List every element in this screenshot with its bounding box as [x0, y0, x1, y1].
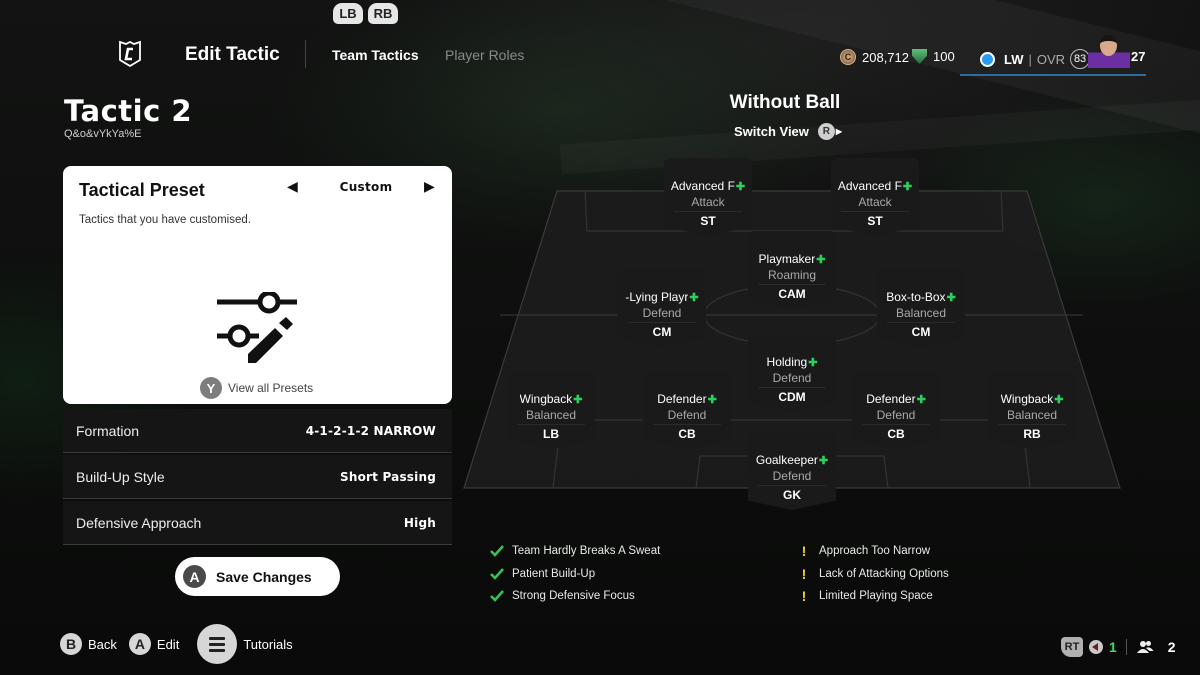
player-role: Wingback ✚ [990, 392, 1074, 406]
player-role: Advanced F ✚ [666, 179, 750, 193]
player-position-label: CB [887, 427, 905, 441]
player-role: Wingback ✚ [509, 392, 593, 406]
role-focus: Balanced [525, 408, 577, 422]
role-name: Box-to-Box [886, 290, 946, 304]
card-divider [758, 284, 826, 285]
check-icon [490, 590, 504, 603]
tactic-weaknesses-list: ! Approach Too Narrow ! Lack of Attackin… [797, 540, 949, 608]
role-focus: Defend [876, 408, 916, 422]
card-divider [517, 424, 585, 425]
role-plus-icon: ✚ [916, 393, 926, 406]
player-card-cb[interactable]: Defender ✚ Defend CB [852, 371, 940, 449]
card-divider [841, 211, 909, 212]
player-card-cm[interactable]: Box-to-Box ✚ Balanced CM [877, 269, 965, 347]
role-focus: Attack [691, 195, 725, 209]
strength-item: Strong Defensive Focus [490, 585, 660, 608]
role-focus: Attack [858, 195, 892, 209]
player-position-label: RB [1023, 427, 1041, 441]
strength-text: Team Hardly Breaks A Sweat [512, 545, 661, 558]
weakness-text: Lack of Attacking Options [819, 567, 949, 580]
strength-item: Team Hardly Breaks A Sweat [490, 540, 660, 563]
role-name: Advanced F [670, 179, 735, 193]
weakness-item: ! Limited Playing Space [797, 585, 949, 608]
role-plus-icon: ✚ [946, 291, 956, 304]
player-role: Box-to-Box ✚ [879, 290, 963, 304]
weakness-item: ! Approach Too Narrow [797, 540, 949, 563]
role-name: Wingback [519, 392, 573, 406]
player-role: -Lying Playr ✚ [620, 290, 704, 304]
role-name: Defender [866, 392, 916, 406]
player-position-label: CM [911, 325, 931, 339]
role-focus: Defend [667, 408, 707, 422]
player-card-st[interactable]: Advanced F ✚ Attack ST [831, 158, 919, 236]
role-name: Holding [766, 355, 808, 369]
role-plus-icon: ✚ [735, 180, 746, 193]
role-plus-icon: ✚ [573, 393, 583, 406]
role-focus: Defend [642, 306, 682, 320]
role-name: Defender [657, 392, 707, 406]
role-focus: Defend [772, 469, 812, 483]
warning-icon: ! [801, 588, 807, 605]
player-role: Defender ✚ [645, 392, 729, 406]
warning-icon: ! [801, 565, 807, 582]
weakness-text: Approach Too Narrow [819, 545, 931, 558]
player-position-label: ST [867, 214, 883, 228]
player-card-st[interactable]: Advanced F ✚ Attack ST [664, 158, 752, 236]
role-plus-icon: ✚ [818, 454, 829, 467]
card-divider [758, 485, 826, 486]
role-name: Playmaker [758, 252, 816, 266]
player-position-label: CM [652, 325, 672, 339]
player-role: Playmaker ✚ [750, 252, 834, 266]
player-position-label: GK [783, 488, 801, 502]
warning-icon: ! [801, 543, 807, 560]
weakness-item: ! Lack of Attacking Options [797, 563, 949, 586]
strength-item: Patient Build-Up [490, 563, 660, 586]
weakness-text: Limited Playing Space [819, 590, 933, 603]
player-card-rb[interactable]: Wingback ✚ Balanced RB [988, 371, 1076, 449]
player-card-cdm[interactable]: Holding ✚ Defend CDM [748, 334, 836, 412]
card-divider [862, 424, 930, 425]
role-plus-icon: ✚ [808, 356, 818, 369]
role-focus: Roaming [767, 268, 817, 282]
role-focus: Balanced [1006, 408, 1058, 422]
player-position-label: ST [700, 214, 716, 228]
player-position-label: CB [678, 427, 696, 441]
role-plus-icon: ✚ [707, 393, 717, 406]
player-card-lb[interactable]: Wingback ✚ Balanced LB [507, 371, 595, 449]
player-role: Advanced F ✚ [833, 179, 917, 193]
player-card-gk[interactable]: Goalkeeper ✚ Defend GK [748, 432, 836, 510]
tactic-strengths-list: Team Hardly Breaks A Sweat Patient Build… [490, 540, 660, 608]
player-position-label: CDM [778, 390, 806, 404]
role-focus: Balanced [895, 306, 947, 320]
card-divider [887, 322, 955, 323]
role-name: Advanced F [837, 179, 902, 193]
role-plus-icon: ✚ [816, 253, 826, 266]
card-divider [674, 211, 742, 212]
player-card-cb[interactable]: Defender ✚ Defend CB [643, 371, 731, 449]
role-name: Wingback [1000, 392, 1054, 406]
card-divider [998, 424, 1066, 425]
player-position-label: CAM [778, 287, 806, 301]
role-focus: Defend [772, 371, 812, 385]
role-plus-icon: ✚ [689, 291, 699, 304]
role-plus-icon: ✚ [1054, 393, 1064, 406]
check-icon [490, 567, 504, 580]
player-position-label: LB [543, 427, 559, 441]
card-divider [628, 322, 696, 323]
strength-text: Strong Defensive Focus [512, 590, 635, 603]
role-name: -Lying Playr [625, 290, 689, 304]
role-plus-icon: ✚ [902, 180, 913, 193]
player-role: Goalkeeper ✚ [750, 453, 834, 467]
role-name: Goalkeeper [755, 453, 818, 467]
player-card-cam[interactable]: Playmaker ✚ Roaming CAM [748, 231, 836, 309]
player-role: Defender ✚ [854, 392, 938, 406]
card-divider [653, 424, 721, 425]
card-divider [758, 387, 826, 388]
player-card-cm[interactable]: -Lying Playr ✚ Defend CM [618, 269, 706, 347]
player-role: Holding ✚ [750, 355, 834, 369]
strength-text: Patient Build-Up [512, 567, 596, 580]
check-icon [490, 545, 504, 558]
